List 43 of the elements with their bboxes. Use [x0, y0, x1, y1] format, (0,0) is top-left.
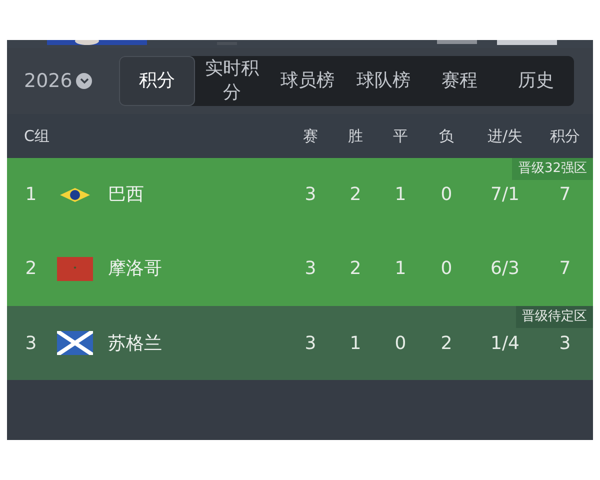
season-year[interactable]: 2026	[24, 66, 72, 96]
table-cell-text: 2	[348, 257, 362, 281]
group-label: C组	[24, 126, 50, 145]
table-cell-text: 1	[394, 183, 408, 207]
table-cell-text: 7	[558, 183, 572, 207]
team-name: 摩洛哥	[108, 257, 162, 281]
table-cell-text: 2	[348, 183, 362, 207]
rank: 3	[24, 332, 38, 356]
table-cell-text: 3	[304, 257, 318, 281]
table-cell-text: 7	[558, 257, 572, 281]
column-header: 积分	[549, 126, 581, 147]
column-header: 负	[438, 126, 455, 147]
column-header: 赛	[302, 126, 319, 147]
table-cell-text: 0	[394, 332, 408, 356]
table-cell-text: 0	[440, 183, 454, 207]
tab[interactable]: 实时积分	[195, 56, 269, 106]
table-cell-text: 1/4	[490, 332, 520, 356]
tab[interactable]: 球员榜	[269, 56, 346, 106]
tab[interactable]: 历史	[498, 56, 574, 106]
rank: 1	[24, 183, 38, 207]
tab[interactable]: 积分	[119, 56, 195, 106]
dropdown-icon[interactable]	[76, 72, 92, 89]
table-cell-text: 6/3	[490, 257, 520, 281]
table-cell-text: 3	[304, 183, 318, 207]
zone-badge: 晋级待定区	[516, 306, 593, 328]
team-name: 苏格兰	[108, 332, 162, 356]
column-header: 进/失	[486, 126, 524, 147]
zone-badge: 晋级32强区	[512, 158, 593, 180]
team-name: 巴西	[108, 183, 144, 207]
table-cell-text: 1	[394, 257, 408, 281]
tab[interactable]: 球队榜	[346, 56, 421, 106]
table-cell-text: 7/1	[490, 183, 520, 207]
table-cell-text: 0	[440, 257, 454, 281]
table-cell-text: 1	[348, 332, 362, 356]
table-cell-text: 3	[304, 332, 318, 356]
flag-icon	[57, 256, 93, 280]
table-cell-text: 2	[440, 332, 454, 356]
table-cell-text: 3	[558, 332, 572, 356]
flag-icon	[57, 331, 93, 355]
rank: 2	[24, 257, 38, 281]
tab[interactable]: 赛程	[421, 56, 498, 106]
column-header: 平	[392, 126, 409, 147]
column-header: 胜	[347, 126, 364, 147]
